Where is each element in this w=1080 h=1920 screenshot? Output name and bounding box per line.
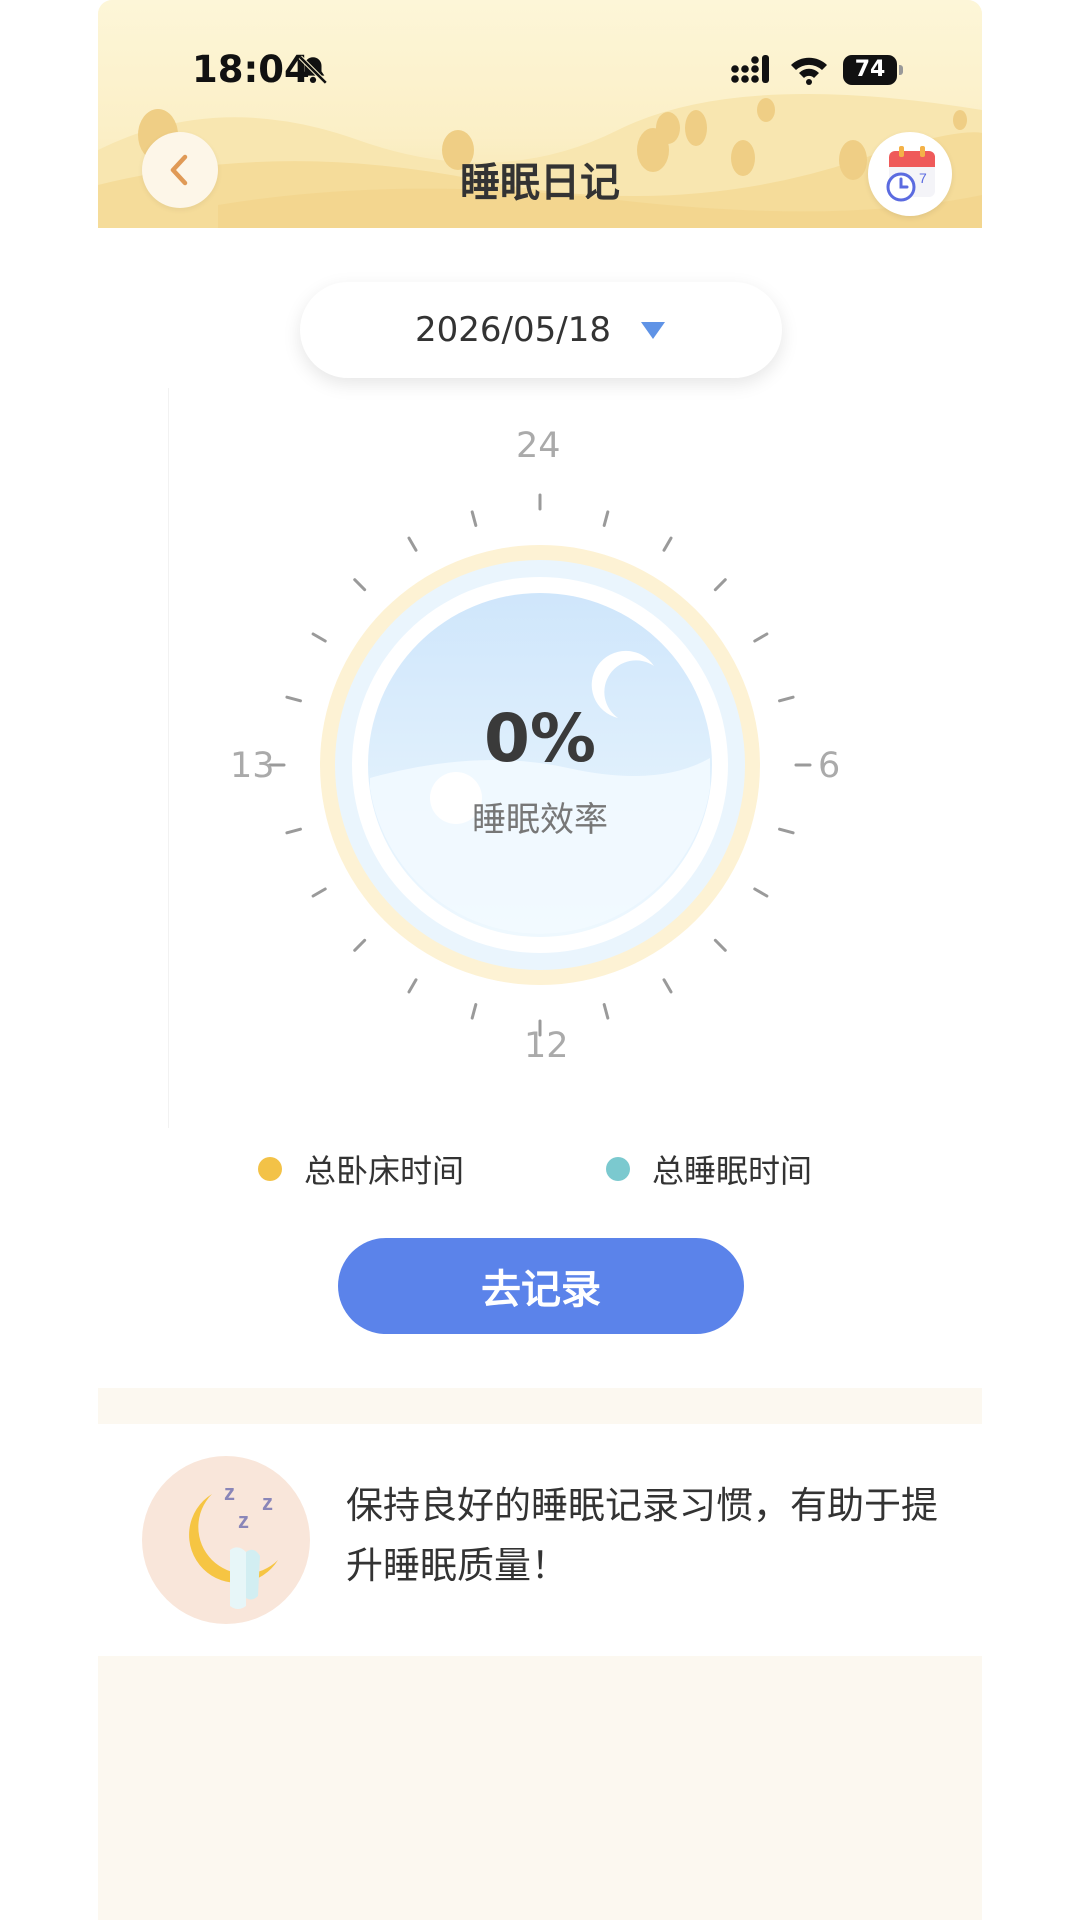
dial-tick: [470, 1003, 478, 1020]
page-title: 睡眠日记: [460, 160, 620, 206]
legend: 总卧床时间 总睡眠时间: [98, 1146, 982, 1190]
dial-tick: [662, 978, 673, 994]
legend-label: 总卧床时间: [304, 1152, 465, 1190]
svg-text:7: 7: [919, 170, 927, 186]
date-value: 2026/05/18: [415, 310, 611, 350]
header: 18:04 74 睡眠日记 7: [98, 0, 982, 228]
dial-tick: [353, 938, 367, 952]
calendar-button[interactable]: 7: [868, 132, 952, 216]
efficiency-value: 0%: [483, 700, 597, 777]
tip-text: 保持良好的睡眠记录习惯，有助于提升睡眠质量！: [346, 1484, 938, 1587]
status-time: 18:04: [192, 48, 310, 91]
tip-card: z z z 保持良好的睡眠记录习惯，有助于提升睡眠质量！: [98, 1424, 982, 1656]
hour-label-12: 12: [524, 1026, 569, 1066]
battery-icon: 74: [843, 55, 903, 85]
sleeping-moon-icon: z z z: [142, 1456, 310, 1624]
legend-item-sleep-time: 总睡眠时间: [606, 1146, 812, 1192]
legend-dot: [258, 1157, 282, 1181]
sleep-dial: 24 6 12 13 0% 睡眠效率: [98, 388, 982, 1148]
date-picker[interactable]: 2026/05/18: [300, 282, 782, 378]
dial-tick: [662, 536, 673, 552]
sleep-diary-screen: 18:04 74 睡眠日记 7 2026/05/18 24 6 12 13 0%…: [98, 0, 982, 1920]
dial-tick: [753, 887, 769, 898]
hour-label-24: 24: [516, 426, 561, 466]
triangle-down-icon: [640, 322, 665, 339]
dial-tick: [470, 510, 478, 527]
dial-tick: [753, 632, 769, 643]
dial-tick: [407, 978, 418, 994]
dial-tick: [353, 578, 367, 592]
dial-tick: [602, 1003, 610, 1020]
svg-text:z: z: [238, 1508, 249, 1533]
dial-tick: [602, 510, 610, 527]
bell-off-icon: [298, 55, 328, 85]
calendar-clock-icon: 7: [886, 146, 935, 202]
dial-tick: [311, 887, 327, 898]
svg-text:z: z: [262, 1490, 273, 1515]
legend-item-bed-time: 总卧床时间: [258, 1146, 464, 1192]
efficiency-label: 睡眠效率: [472, 800, 608, 840]
legend-dot: [606, 1157, 630, 1181]
record-button[interactable]: 去记录: [338, 1238, 744, 1334]
dial-tick: [713, 578, 727, 592]
sleep-summary-card: 2026/05/18 24 6 12 13 0% 睡眠效率 总卧床时间 总睡眠时…: [98, 228, 982, 1388]
wifi-icon: [791, 57, 827, 85]
dial-tick: [713, 938, 727, 952]
dial-tick: [311, 632, 327, 643]
svg-text:z: z: [224, 1480, 235, 1505]
dial-tick: [407, 536, 418, 552]
signal-icon: [731, 55, 769, 83]
legend-label: 总睡眠时间: [652, 1152, 813, 1190]
